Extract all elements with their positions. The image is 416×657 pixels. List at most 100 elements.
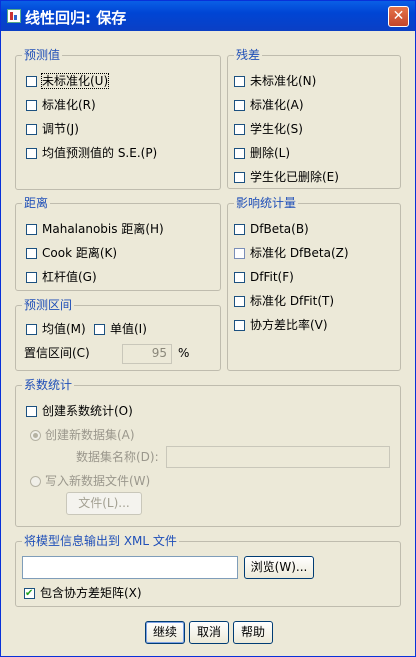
- residual-deleted-checkbox[interactable]: 删除(L): [234, 144, 290, 162]
- dataset-name-input[interactable]: [166, 446, 390, 468]
- residual-studentized-deleted-checkbox[interactable]: 学生化已删除(E): [234, 168, 339, 186]
- interval-mean-checkbox[interactable]: 均值(M): [26, 320, 86, 338]
- checkbox-icon[interactable]: [94, 324, 105, 335]
- checkbox-icon[interactable]: [234, 172, 245, 183]
- dffit-checkbox[interactable]: DfFit(F): [234, 268, 294, 286]
- continue-button[interactable]: 继续: [145, 621, 185, 644]
- checkbox-icon[interactable]: [234, 124, 245, 135]
- dfbeta-checkbox[interactable]: DfBeta(B): [234, 220, 309, 238]
- checkbox-icon[interactable]: [24, 585, 35, 603]
- browse-button[interactable]: 浏览(W)...: [244, 556, 314, 579]
- create-new-dataset-radio[interactable]: 创建新数据集(A): [30, 426, 135, 444]
- help-button[interactable]: 帮助: [233, 621, 273, 644]
- xml-path-input[interactable]: [22, 556, 238, 579]
- checkbox-label: 标准化 DfFit(T): [250, 294, 335, 308]
- checkbox-icon[interactable]: [234, 320, 245, 331]
- xml-export-legend: 将模型信息输出到 XML 文件: [22, 534, 179, 548]
- prediction-intervals-legend: 预测区间: [22, 298, 75, 312]
- checkbox-icon[interactable]: [26, 100, 37, 111]
- checkbox-label: 未标准化(U): [40, 73, 110, 89]
- leverage-checkbox[interactable]: 杠杆值(G): [26, 268, 97, 286]
- cancel-button[interactable]: 取消: [189, 621, 229, 644]
- checkbox-label: DfFit(F): [250, 270, 294, 284]
- checkbox-label: 单值(I): [110, 322, 147, 336]
- coefficient-statistics-group: 系数统计 创建系数统计(O) 创建新数据集(A) 数据集名称(D): 写入新数据…: [15, 378, 401, 527]
- residuals-legend: 残差: [234, 48, 263, 62]
- predicted-values-group: 预测值 未标准化(U) 标准化(R) 调节(J) 均值预测值的 S.E.(P): [15, 48, 221, 190]
- app-icon: [7, 9, 21, 23]
- title-bar[interactable]: 线性回归: 保存 ✕: [1, 1, 415, 31]
- residual-unstandardized-checkbox[interactable]: 未标准化(N): [234, 72, 316, 90]
- residual-standardized-checkbox[interactable]: 标准化(A): [234, 96, 304, 114]
- checkbox-label: DfBeta(B): [250, 222, 309, 236]
- close-button[interactable]: ✕: [388, 6, 409, 27]
- checkbox-label: 包含协方差矩阵(X): [40, 586, 142, 600]
- checkbox-icon[interactable]: [26, 76, 37, 87]
- checkbox-label: 创建系数统计(O): [42, 404, 133, 418]
- prediction-intervals-group: 预测区间 均值(M) 单值(I) 置信区间(C) 95 %: [15, 298, 221, 371]
- distances-group: 距离 Mahalanobis 距离(H) Cook 距离(K) 杠杆值(G): [15, 196, 221, 291]
- checkbox-icon[interactable]: [234, 296, 245, 307]
- influence-group: 影响统计量 DfBeta(B) 标准化 DfBeta(Z) DfFit(F) 标…: [227, 196, 401, 371]
- checkbox-label: 删除(L): [250, 146, 291, 160]
- confidence-interval-input[interactable]: 95: [122, 344, 172, 364]
- residuals-group: 残差 未标准化(N) 标准化(A) 学生化(S) 删除(L) 学生化已删除(E): [227, 48, 401, 189]
- checkbox-label: Cook 距离(K): [42, 246, 118, 260]
- checkbox-icon[interactable]: [26, 406, 37, 417]
- radio-label: 写入新数据文件(W): [45, 474, 151, 488]
- checkbox-label: 均值预测值的 S.E.(P): [42, 146, 158, 160]
- checkbox-icon[interactable]: [26, 148, 37, 159]
- checkbox-label: 协方差比率(V): [250, 318, 328, 332]
- standardized-dfbeta-checkbox[interactable]: 标准化 DfBeta(Z): [234, 244, 349, 262]
- write-data-file-radio[interactable]: 写入新数据文件(W): [30, 472, 150, 490]
- predicted-values-legend: 预测值: [22, 48, 63, 62]
- predicted-standardized-checkbox[interactable]: 标准化(R): [26, 96, 96, 114]
- standardized-dffit-checkbox[interactable]: 标准化 DfFit(T): [234, 292, 334, 310]
- file-button[interactable]: 文件(L)...: [66, 492, 142, 515]
- confidence-interval-value: 95: [151, 346, 167, 360]
- checkbox-icon[interactable]: [234, 100, 245, 111]
- percent-label: %: [178, 346, 190, 360]
- checkbox-label: 标准化(R): [42, 98, 96, 112]
- predicted-unstandardized-checkbox[interactable]: 未标准化(U): [26, 72, 110, 90]
- radio-icon[interactable]: [30, 476, 41, 487]
- radio-icon[interactable]: [30, 430, 41, 441]
- checkbox-label: 调节(J): [42, 122, 79, 136]
- dialog-window: 线性回归: 保存 ✕ 预测值 未标准化(U) 标准化(R) 调节(J) 均值预测…: [0, 0, 416, 657]
- distances-legend: 距离: [22, 196, 51, 210]
- checkbox-label: 均值(M): [42, 322, 86, 336]
- dataset-name-label: 数据集名称(D):: [76, 450, 159, 464]
- interval-individual-checkbox[interactable]: 单值(I): [94, 320, 147, 338]
- checkbox-icon[interactable]: [26, 272, 37, 283]
- checkbox-icon[interactable]: [234, 272, 245, 283]
- create-coefficient-statistics-checkbox[interactable]: 创建系数统计(O): [26, 402, 133, 420]
- xml-export-group: 将模型信息输出到 XML 文件 浏览(W)... 包含协方差矩阵(X): [15, 534, 401, 607]
- checkbox-icon[interactable]: [234, 148, 245, 159]
- checkbox-label: 标准化(A): [250, 98, 304, 112]
- checkbox-icon[interactable]: [26, 248, 37, 259]
- residual-studentized-checkbox[interactable]: 学生化(S): [234, 120, 303, 138]
- window-title: 线性回归: 保存: [25, 9, 127, 27]
- checkbox-icon[interactable]: [234, 224, 245, 235]
- confidence-interval-label: 置信区间(C): [24, 346, 90, 360]
- radio-label: 创建新数据集(A): [45, 428, 135, 442]
- checkbox-icon[interactable]: [26, 224, 37, 235]
- include-covariance-checkbox[interactable]: 包含协方差矩阵(X): [24, 584, 142, 603]
- covariance-ratio-checkbox[interactable]: 协方差比率(V): [234, 316, 328, 334]
- influence-legend: 影响统计量: [234, 196, 299, 210]
- checkbox-label: 未标准化(N): [250, 74, 317, 88]
- mahalanobis-checkbox[interactable]: Mahalanobis 距离(H): [26, 220, 164, 238]
- checkbox-icon[interactable]: [26, 124, 37, 135]
- checkbox-icon[interactable]: [234, 76, 245, 87]
- checkbox-label: 标准化 DfBeta(Z): [250, 246, 349, 260]
- checkbox-icon[interactable]: [234, 248, 245, 259]
- cook-distance-checkbox[interactable]: Cook 距离(K): [26, 244, 117, 262]
- predicted-adjusted-checkbox[interactable]: 调节(J): [26, 120, 79, 138]
- checkbox-label: 学生化已删除(E): [250, 170, 339, 184]
- predicted-se-checkbox[interactable]: 均值预测值的 S.E.(P): [26, 144, 157, 162]
- checkbox-label: Mahalanobis 距离(H): [42, 222, 164, 236]
- checkbox-label: 学生化(S): [250, 122, 303, 136]
- coefficient-statistics-legend: 系数统计: [22, 378, 75, 392]
- checkbox-icon[interactable]: [26, 324, 37, 335]
- checkbox-label: 杠杆值(G): [42, 270, 97, 284]
